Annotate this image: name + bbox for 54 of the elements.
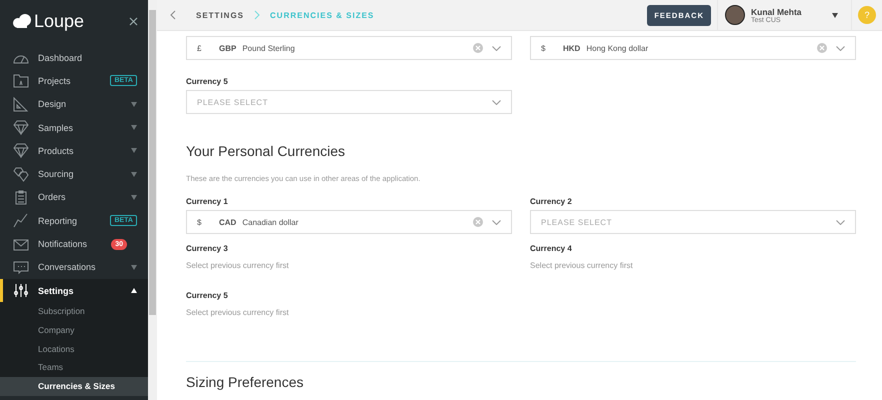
nav-item[interactable]: Products <box>0 139 148 162</box>
clear-icon[interactable] <box>473 217 483 227</box>
chevron-right-icon <box>254 10 260 20</box>
clear-icon[interactable] <box>473 43 483 53</box>
user-name: Kunal Mehta <box>751 6 803 16</box>
chevron-down-icon <box>492 220 501 224</box>
nav-item[interactable]: Design <box>0 92 148 116</box>
avatar-icon <box>725 5 745 25</box>
mail-icon <box>13 236 29 252</box>
chart-icon <box>13 213 29 228</box>
chat-icon <box>13 260 29 275</box>
chevron-down-icon <box>492 46 501 50</box>
currency-select[interactable]: $ CAD Canadian dollar <box>186 210 512 234</box>
field-label: Currency 5 <box>186 291 229 300</box>
nav-item[interactable]: Settings <box>0 278 148 302</box>
field-label: Currency 1 <box>186 197 229 206</box>
hint-text: Select previous currency first <box>530 261 634 270</box>
field-label: Currency 3 <box>186 244 229 253</box>
submenu-item[interactable]: Locations <box>0 340 148 358</box>
currency-select[interactable]: $ HKD Hong Kong dollar <box>530 36 856 60</box>
field-label: Currency 2 <box>530 197 573 206</box>
nav-item[interactable]: Conversations <box>0 256 148 279</box>
breadcrumb-link[interactable]: SETTINGS <box>196 10 244 20</box>
gem-icon <box>13 143 29 158</box>
scrollbar[interactable] <box>148 0 157 400</box>
gem-icon <box>13 120 29 136</box>
currency-select[interactable]: £ GBP Pound Sterling <box>186 36 512 60</box>
nav-item[interactable]: Orders <box>0 186 148 210</box>
submenu-item[interactable]: Company <box>0 320 148 340</box>
field-label: Currency 4 <box>530 244 573 253</box>
caret-icon <box>832 12 838 18</box>
design-icon <box>13 96 29 112</box>
submenu-item[interactable]: Subscription <box>0 302 148 321</box>
nav-item[interactable]: Dashboard <box>0 46 148 70</box>
sliders-icon <box>13 283 29 298</box>
logo-text: Loupe <box>34 10 84 32</box>
hint-text: Select previous currency first <box>186 261 290 270</box>
nav-item[interactable]: Sourcing <box>0 162 148 186</box>
section-title: Sizing Preferences <box>186 374 305 390</box>
nav-item[interactable]: Samples <box>0 116 148 140</box>
submenu-item[interactable]: Currencies & Sizes <box>0 377 148 396</box>
cloud-logo-icon <box>12 13 32 29</box>
submenu-item[interactable]: Teams <box>0 358 148 378</box>
clear-icon[interactable] <box>817 43 827 53</box>
close-icon[interactable] <box>129 16 138 26</box>
chevron-down-icon <box>836 220 845 224</box>
chevron-down-icon <box>492 100 501 104</box>
hint-text: Select previous currency first <box>186 308 290 317</box>
section-title: Your Personal Currencies <box>186 143 346 159</box>
gems-icon <box>13 166 29 182</box>
folder-icon <box>13 73 29 88</box>
field-label: Currency 5 <box>186 77 229 86</box>
back-chevron-icon[interactable] <box>170 10 176 20</box>
chevron-down-icon <box>836 46 845 50</box>
